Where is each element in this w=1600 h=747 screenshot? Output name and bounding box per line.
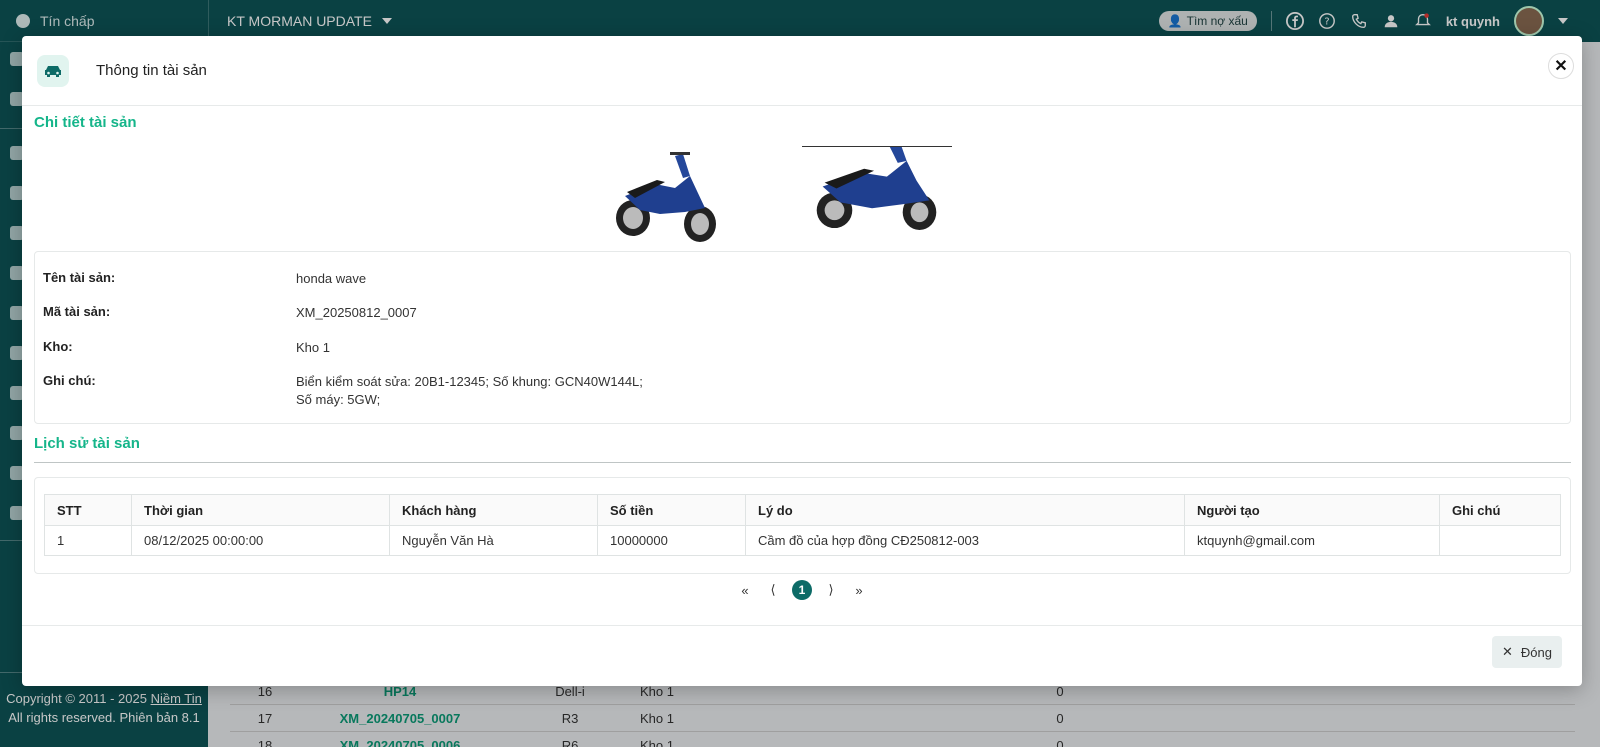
info-row-code: Mã tài sản: XM_20250812_0007 [43, 304, 656, 322]
cell-stt: 1 [44, 525, 132, 556]
pager-next-button[interactable]: ⟩ [822, 581, 840, 599]
col-customer[interactable]: Khách hàng [389, 494, 598, 526]
close-icon[interactable]: ✕ [1548, 53, 1574, 79]
warehouse-value: Kho 1 [296, 340, 330, 355]
modal-header: Thông tin tài sản [22, 36, 1582, 106]
cell-amount: 10000000 [597, 525, 746, 556]
table-row: 1 08/12/2025 00:00:00 Nguyễn Văn Hà 1000… [44, 525, 1561, 556]
close-button-label: Đóng [1520, 644, 1552, 660]
car-icon [37, 54, 69, 87]
detail-section-title: Chi tiết tài sản [34, 114, 137, 131]
modal-footer: ✕ Đóng [22, 625, 1582, 686]
name-value: honda wave [296, 271, 367, 286]
asset-info-card: Tên tài sản: honda wave Mã tài sản: XM_2… [34, 251, 1571, 424]
col-amount[interactable]: Số tiền [597, 494, 746, 526]
info-row-name: Tên tài sản: honda wave [43, 270, 656, 288]
pager-first-button[interactable]: « [736, 581, 754, 599]
history-table: STT Thời gian Khách hàng Số tiền Lý do N… [44, 494, 1561, 556]
info-row-note: Ghi chú: Biển kiểm soát sửa: 20B1-12345;… [43, 373, 656, 409]
close-button[interactable]: ✕ Đóng [1492, 636, 1562, 668]
cell-reason: Cầm đồ của hợp đồng CĐ250812-003 [745, 525, 1185, 556]
motorbike-image[interactable] [802, 146, 952, 232]
close-icon: ✕ [1502, 644, 1513, 659]
section-divider [34, 462, 1571, 463]
info-row-warehouse: Kho: Kho 1 [43, 339, 656, 357]
note-label: Ghi chú: [43, 373, 96, 388]
name-label: Tên tài sản: [43, 270, 116, 285]
cell-note [1439, 525, 1561, 556]
col-stt[interactable]: STT [44, 494, 132, 526]
pagination: « ⟨ 1 ⟩ » [22, 580, 1582, 600]
note-value: Biển kiểm soát sửa: 20B1-12345; Số khung… [296, 374, 643, 407]
col-time[interactable]: Thời gian [131, 494, 390, 526]
cell-creator: ktquynh@gmail.com [1184, 525, 1440, 556]
col-creator[interactable]: Người tạo [1184, 494, 1440, 526]
motorbike-image[interactable] [605, 146, 725, 246]
warehouse-label: Kho: [43, 339, 73, 354]
pager-page-current[interactable]: 1 [792, 580, 812, 600]
code-label: Mã tài sản: [43, 304, 111, 319]
pager-last-button[interactable]: » [850, 581, 868, 599]
asset-info-modal: Thông tin tài sản ✕ Chi tiết tài sản Tên… [22, 36, 1582, 686]
modal-title: Thông tin tài sản [96, 62, 207, 79]
code-value: XM_20250812_0007 [296, 305, 417, 320]
col-note[interactable]: Ghi chú [1439, 494, 1561, 526]
cell-time: 08/12/2025 00:00:00 [131, 525, 390, 556]
history-table-card: STT Thời gian Khách hàng Số tiền Lý do N… [34, 477, 1571, 574]
table-header-row: STT Thời gian Khách hàng Số tiền Lý do N… [44, 494, 1561, 526]
history-section-title: Lịch sử tài sản [34, 435, 140, 452]
col-reason[interactable]: Lý do [745, 494, 1185, 526]
cell-customer: Nguyễn Văn Hà [389, 525, 598, 556]
pager-prev-button[interactable]: ⟨ [764, 581, 782, 599]
